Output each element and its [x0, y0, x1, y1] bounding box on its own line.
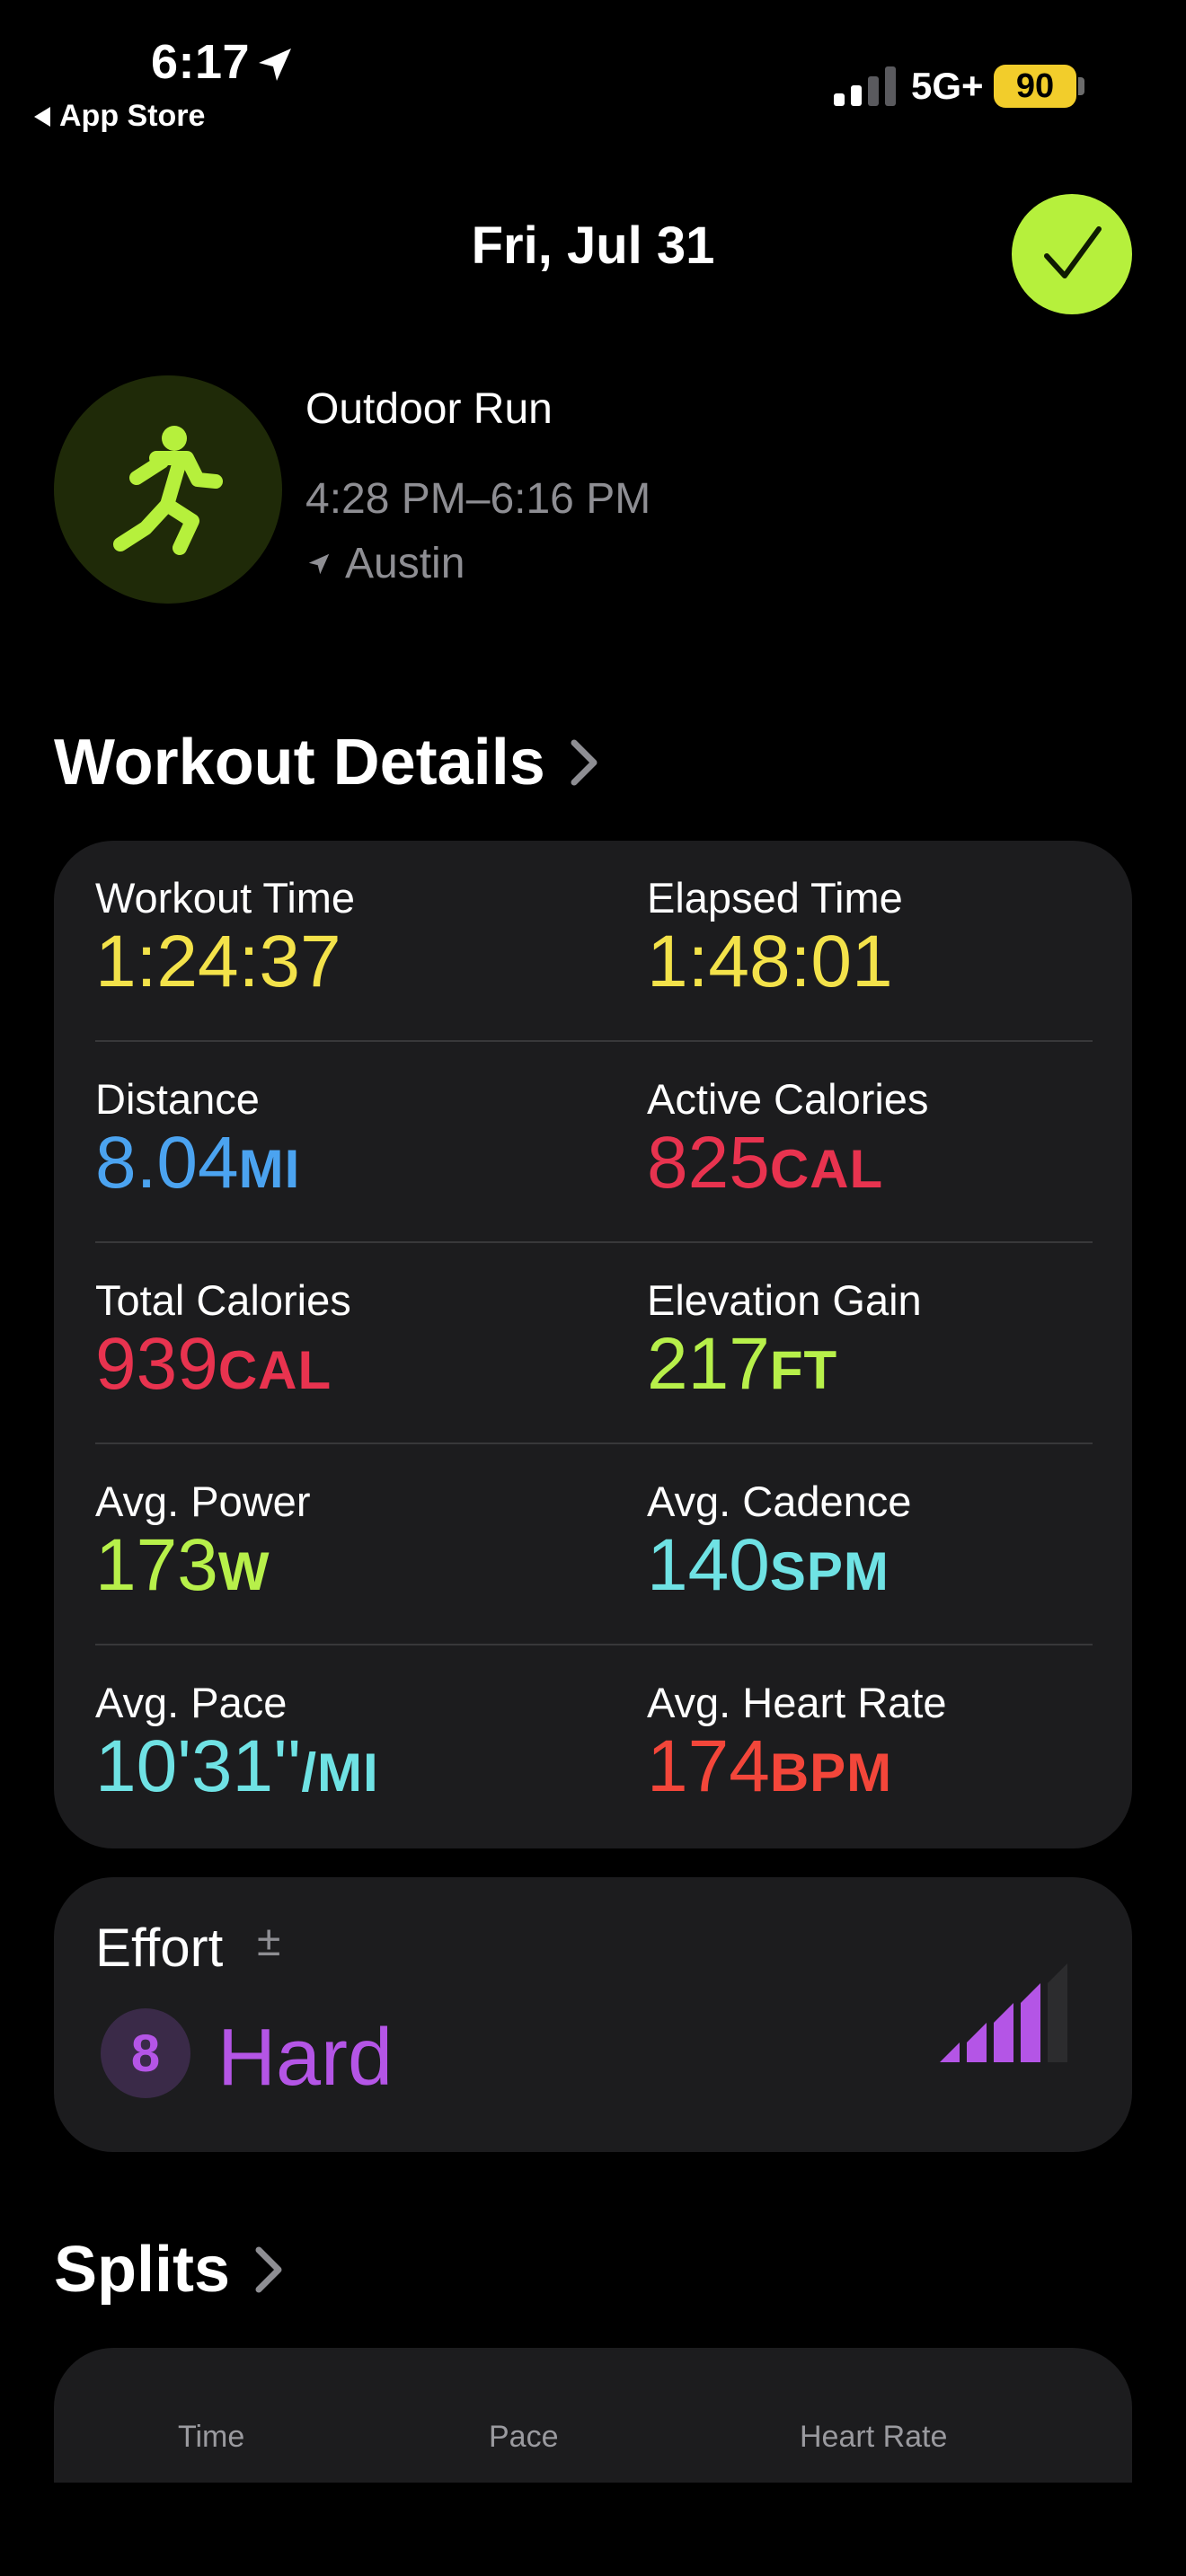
section-title: Splits — [54, 2234, 231, 2306]
network-type: 5G+ — [911, 65, 984, 107]
metric-value: 140SPM — [647, 1524, 890, 1606]
location-arrow-icon — [308, 553, 330, 574]
metric-label: Total Calories — [95, 1276, 351, 1324]
metric-value: 1:48:01 — [647, 921, 893, 1002]
metric-value: 174BPM — [647, 1725, 893, 1807]
metric-value: 217FT — [647, 1323, 838, 1405]
effort-level: Hard — [217, 2013, 394, 2103]
effort-bar — [967, 2023, 987, 2062]
battery-cap — [1078, 77, 1084, 95]
battery-level: 90 — [1015, 66, 1055, 105]
figure-run-icon — [113, 426, 223, 555]
checkmark-icon — [1044, 226, 1102, 278]
page-title: Fri, Jul 31 — [471, 216, 715, 275]
effort-label: Effort — [95, 1918, 224, 1978]
bottom-mask — [0, 2483, 1186, 2576]
effort-bar — [1048, 1963, 1067, 2062]
effort-card[interactable]: Effort ± 8 Hard — [54, 1877, 1132, 2152]
metric-label: Active Calories — [647, 1075, 929, 1123]
metric-label: Elapsed Time — [647, 874, 903, 922]
splits-column-heart-rate: Heart Rate — [800, 2420, 948, 2454]
status-time: 6:17 — [151, 35, 251, 89]
metric-value: 8.04MI — [95, 1122, 301, 1204]
metric-value: 939CAL — [95, 1323, 332, 1405]
metric-label: Avg. Cadence — [647, 1478, 912, 1525]
workout-time-range: 4:28 PM–6:16 PM — [305, 475, 651, 523]
effort-bar — [994, 2003, 1013, 2062]
workout-details-card[interactable]: Workout Time 1:24:37 Elapsed Time 1:48:0… — [54, 841, 1132, 1848]
metric-value: 1:24:37 — [95, 921, 341, 1002]
metric-label: Workout Time — [95, 874, 356, 922]
metric-label: Avg. Heart Rate — [647, 1679, 947, 1726]
chevron-right-icon — [255, 2246, 282, 2293]
back-to-app-store[interactable]: App Store — [34, 99, 205, 134]
effort-bar — [1021, 1983, 1040, 2062]
metric-label: Elevation Gain — [647, 1276, 922, 1324]
location-arrow-icon — [259, 49, 291, 81]
metric-row: Avg. Power 173W Avg. Cadence 140SPM — [95, 1444, 1093, 1645]
workout-location: Austin — [305, 539, 465, 588]
metric-label: Distance — [95, 1075, 260, 1123]
cellular-signal-icon — [834, 66, 896, 106]
metric-label: Avg. Power — [95, 1478, 311, 1525]
workout-details-header[interactable]: Workout Details — [54, 726, 599, 799]
chevron-right-icon — [571, 739, 597, 786]
effort-adjust-icon[interactable]: ± — [257, 1917, 280, 1966]
splits-header[interactable]: Splits — [54, 2233, 284, 2307]
effort-bars-icon — [940, 1963, 1067, 2062]
workout-type: Outdoor Run — [305, 385, 553, 433]
back-triangle-icon — [34, 106, 50, 127]
metric-label: Avg. Pace — [95, 1679, 288, 1726]
splits-column-time: Time — [178, 2420, 245, 2454]
metric-row: Workout Time 1:24:37 Elapsed Time 1:48:0… — [95, 841, 1093, 1042]
back-label: App Store — [59, 99, 206, 133]
metric-value: 10'31''/MI — [95, 1725, 379, 1807]
splits-column-pace: Pace — [489, 2420, 559, 2454]
status-bar: 6:17 App Store 5G+ 90 — [0, 0, 1186, 153]
metric-row: Avg. Pace 10'31''/MI Avg. Heart Rate 174… — [95, 1645, 1093, 1847]
location-name: Austin — [345, 540, 465, 587]
done-button[interactable] — [1012, 194, 1132, 314]
effort-score-badge: 8 — [101, 2008, 190, 2098]
metric-row: Distance 8.04MI Active Calories 825CAL — [95, 1042, 1093, 1243]
section-title: Workout Details — [54, 727, 545, 798]
battery-icon: 90 — [994, 65, 1076, 108]
metric-value: 825CAL — [647, 1122, 884, 1204]
workout-type-badge — [54, 375, 282, 604]
effort-bar — [940, 2042, 960, 2062]
effort-score: 8 — [130, 2024, 161, 2083]
metric-value: 173W — [95, 1524, 270, 1606]
metric-row: Total Calories 939CAL Elevation Gain 217… — [95, 1243, 1093, 1444]
